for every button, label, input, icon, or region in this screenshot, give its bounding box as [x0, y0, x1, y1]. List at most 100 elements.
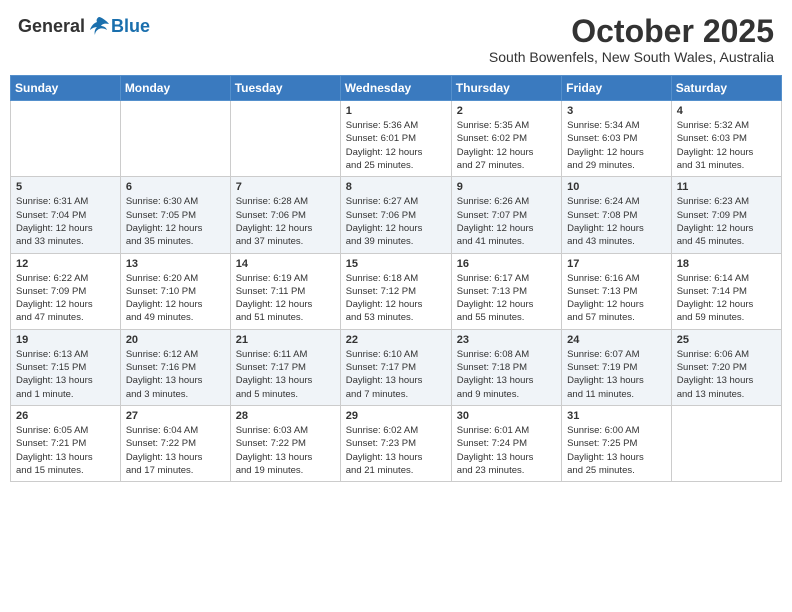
- calendar-cell: 29Sunrise: 6:02 AM Sunset: 7:23 PM Dayli…: [340, 405, 451, 481]
- day-number: 11: [677, 181, 776, 193]
- day-number: 23: [457, 334, 556, 346]
- calendar-cell: [120, 101, 230, 177]
- calendar-cell: 28 Sunrise: 6:03 AM Sunset: 7:22 PM Dayli…: [230, 405, 340, 481]
- calendar-cell: 22 Sunrise: 6:10 AM Sunset: 7:17 PM Dayli…: [340, 329, 451, 405]
- day-number: 16: [457, 258, 556, 270]
- day-info: Sunrise: 6:17 AM Sunset: 7:13 PM Dayligh…: [457, 272, 556, 325]
- day-info: Sunrise: 6:24 AM Sunset: 7:08 PM Dayligh…: [567, 195, 666, 248]
- day-of-week-header: Saturday: [671, 76, 781, 101]
- day-info: Sunrise: 5:35 AM Sunset: 6:02 PM Dayligh…: [457, 119, 556, 172]
- calendar-cell: 1Sunrise: 5:36 AM Sunset: 6:01 PM Daylig…: [340, 101, 451, 177]
- day-of-week-header: Wednesday: [340, 76, 451, 101]
- calendar-cell: 8 Sunrise: 6:27 AM Sunset: 7:06 PM Daylig…: [340, 177, 451, 253]
- day-info: Sunrise: 6:27 AM Sunset: 7:06 PM Dayligh…: [346, 195, 446, 248]
- day-number: 30: [457, 410, 556, 422]
- calendar-cell: [11, 101, 121, 177]
- logo-general-text: General: [18, 16, 85, 37]
- calendar-cell: 14 Sunrise: 6:19 AM Sunset: 7:11 PM Dayli…: [230, 253, 340, 329]
- day-info: Sunrise: 5:32 AM Sunset: 6:03 PM Dayligh…: [677, 119, 776, 172]
- day-info: Sunrise: 6:08 AM Sunset: 7:18 PM Dayligh…: [457, 348, 556, 401]
- calendar-cell: [230, 101, 340, 177]
- day-number: 6: [126, 181, 225, 193]
- calendar-week-row: 26 Sunrise: 6:05 AM Sunset: 7:21 PM Dayli…: [11, 405, 782, 481]
- calendar-cell: 23 Sunrise: 6:08 AM Sunset: 7:18 PM Dayli…: [451, 329, 561, 405]
- day-number: 9: [457, 181, 556, 193]
- calendar-cell: 26 Sunrise: 6:05 AM Sunset: 7:21 PM Dayli…: [11, 405, 121, 481]
- month-title: October 2025: [489, 14, 774, 49]
- calendar-cell: 27Sunrise: 6:04 AM Sunset: 7:22 PM Dayli…: [120, 405, 230, 481]
- day-info: Sunrise: 6:00 AM Sunset: 7:25 PM Dayligh…: [567, 424, 666, 477]
- day-info: Sunrise: 6:06 AM Sunset: 7:20 PM Dayligh…: [677, 348, 776, 401]
- day-info: Sunrise: 6:28 AM Sunset: 7:06 PM Dayligh…: [236, 195, 335, 248]
- day-of-week-header: Monday: [120, 76, 230, 101]
- day-number: 7: [236, 181, 335, 193]
- day-number: 27: [126, 410, 225, 422]
- day-info: Sunrise: 6:11 AM Sunset: 7:17 PM Dayligh…: [236, 348, 335, 401]
- calendar-cell: 19 Sunrise: 6:13 AM Sunset: 7:15 PM Dayli…: [11, 329, 121, 405]
- day-number: 1: [346, 105, 446, 117]
- day-number: 2: [457, 105, 556, 117]
- title-block: October 2025 South Bowenfels, New South …: [489, 14, 774, 65]
- day-info: Sunrise: 6:01 AM Sunset: 7:24 PM Dayligh…: [457, 424, 556, 477]
- calendar-cell: 15 Sunrise: 6:18 AM Sunset: 7:12 PM Dayli…: [340, 253, 451, 329]
- day-info: Sunrise: 6:26 AM Sunset: 7:07 PM Dayligh…: [457, 195, 556, 248]
- day-number: 4: [677, 105, 776, 117]
- calendar-cell: 31 Sunrise: 6:00 AM Sunset: 7:25 PM Dayli…: [562, 405, 672, 481]
- calendar-cell: 3 Sunrise: 5:34 AM Sunset: 6:03 PM Daylig…: [562, 101, 672, 177]
- day-info: Sunrise: 5:34 AM Sunset: 6:03 PM Dayligh…: [567, 119, 666, 172]
- calendar-cell: 5Sunrise: 6:31 AM Sunset: 7:04 PM Daylig…: [11, 177, 121, 253]
- calendar-week-row: 19 Sunrise: 6:13 AM Sunset: 7:15 PM Dayli…: [11, 329, 782, 405]
- day-info: Sunrise: 6:12 AM Sunset: 7:16 PM Dayligh…: [126, 348, 225, 401]
- day-number: 5: [16, 181, 115, 193]
- day-number: 22: [346, 334, 446, 346]
- day-number: 17: [567, 258, 666, 270]
- day-number: 28: [236, 410, 335, 422]
- logo-blue-text: Blue: [111, 16, 150, 37]
- calendar-cell: 30 Sunrise: 6:01 AM Sunset: 7:24 PM Dayli…: [451, 405, 561, 481]
- logo: General Blue: [18, 14, 150, 38]
- calendar-cell: 9 Sunrise: 6:26 AM Sunset: 7:07 PM Daylig…: [451, 177, 561, 253]
- day-number: 10: [567, 181, 666, 193]
- day-of-week-header: Tuesday: [230, 76, 340, 101]
- calendar-table: SundayMondayTuesdayWednesdayThursdayFrid…: [10, 75, 782, 482]
- header: General Blue October 2025 South Bowenfel…: [10, 10, 782, 69]
- day-number: 31: [567, 410, 666, 422]
- calendar-cell: 6 Sunrise: 6:30 AM Sunset: 7:05 PM Daylig…: [120, 177, 230, 253]
- day-info: Sunrise: 6:07 AM Sunset: 7:19 PM Dayligh…: [567, 348, 666, 401]
- day-info: Sunrise: 6:05 AM Sunset: 7:21 PM Dayligh…: [16, 424, 115, 477]
- day-info: Sunrise: 6:02 AM Sunset: 7:23 PM Dayligh…: [346, 424, 446, 477]
- day-of-week-header: Thursday: [451, 76, 561, 101]
- day-info: Sunrise: 6:18 AM Sunset: 7:12 PM Dayligh…: [346, 272, 446, 325]
- day-info: Sunrise: 6:14 AM Sunset: 7:14 PM Dayligh…: [677, 272, 776, 325]
- day-info: Sunrise: 6:10 AM Sunset: 7:17 PM Dayligh…: [346, 348, 446, 401]
- day-info: Sunrise: 6:23 AM Sunset: 7:09 PM Dayligh…: [677, 195, 776, 248]
- day-info: Sunrise: 6:16 AM Sunset: 7:13 PM Dayligh…: [567, 272, 666, 325]
- day-info: Sunrise: 6:20 AM Sunset: 7:10 PM Dayligh…: [126, 272, 225, 325]
- day-number: 13: [126, 258, 225, 270]
- day-info: Sunrise: 6:19 AM Sunset: 7:11 PM Dayligh…: [236, 272, 335, 325]
- day-number: 14: [236, 258, 335, 270]
- logo-bird-icon: [87, 14, 111, 38]
- day-number: 12: [16, 258, 115, 270]
- calendar-cell: 25Sunrise: 6:06 AM Sunset: 7:20 PM Dayli…: [671, 329, 781, 405]
- calendar-cell: 12Sunrise: 6:22 AM Sunset: 7:09 PM Dayli…: [11, 253, 121, 329]
- day-info: Sunrise: 6:03 AM Sunset: 7:22 PM Dayligh…: [236, 424, 335, 477]
- calendar-cell: [671, 405, 781, 481]
- calendar-cell: 10 Sunrise: 6:24 AM Sunset: 7:08 PM Dayli…: [562, 177, 672, 253]
- calendar-week-row: 1Sunrise: 5:36 AM Sunset: 6:01 PM Daylig…: [11, 101, 782, 177]
- day-number: 21: [236, 334, 335, 346]
- calendar-week-row: 5Sunrise: 6:31 AM Sunset: 7:04 PM Daylig…: [11, 177, 782, 253]
- day-number: 26: [16, 410, 115, 422]
- calendar-cell: 4 Sunrise: 5:32 AM Sunset: 6:03 PM Daylig…: [671, 101, 781, 177]
- day-number: 3: [567, 105, 666, 117]
- day-info: Sunrise: 6:30 AM Sunset: 7:05 PM Dayligh…: [126, 195, 225, 248]
- calendar-cell: 16 Sunrise: 6:17 AM Sunset: 7:13 PM Dayli…: [451, 253, 561, 329]
- day-number: 15: [346, 258, 446, 270]
- day-number: 8: [346, 181, 446, 193]
- calendar-cell: 11 Sunrise: 6:23 AM Sunset: 7:09 PM Dayli…: [671, 177, 781, 253]
- day-info: Sunrise: 6:13 AM Sunset: 7:15 PM Dayligh…: [16, 348, 115, 401]
- day-number: 19: [16, 334, 115, 346]
- calendar-cell: 20Sunrise: 6:12 AM Sunset: 7:16 PM Dayli…: [120, 329, 230, 405]
- day-number: 18: [677, 258, 776, 270]
- day-of-week-header: Friday: [562, 76, 672, 101]
